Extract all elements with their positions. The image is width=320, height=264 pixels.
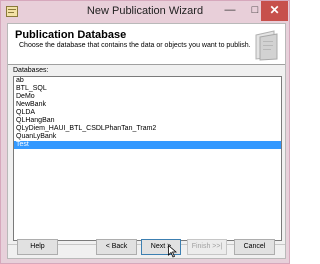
database-list-item[interactable]: QLHangBan <box>14 117 281 125</box>
title-bar[interactable]: New Publication Wizard — □ ✕ <box>1 1 289 23</box>
finish-button: Finish >>| <box>187 239 227 255</box>
back-button[interactable]: < Back <box>96 239 137 255</box>
page-title: Publication Database <box>15 29 127 41</box>
database-list-item[interactable]: QLDA <box>14 109 281 117</box>
wizard-body: Publication Database Choose the database… <box>7 23 286 259</box>
page-subtitle: Choose the database that contains the da… <box>19 42 251 49</box>
database-list-item[interactable]: BTL_SQL <box>14 85 281 93</box>
minimize-button[interactable]: — <box>217 1 243 21</box>
wizard-graphic-icon <box>255 30 278 61</box>
database-list[interactable]: ab BTL_SQL DeMo NewBank QLDA QLHangBan QLyDiem… <box>13 76 282 241</box>
cancel-button[interactable]: Cancel <box>234 239 275 255</box>
database-list-item[interactable]: QuanLyBank <box>14 133 281 141</box>
database-list-item[interactable]: NewBank <box>14 101 281 109</box>
wizard-window: New Publication Wizard — □ ✕ Publication… <box>0 0 290 264</box>
databases-label: Databases: <box>13 67 49 74</box>
database-list-item[interactable]: DeMo <box>14 93 281 101</box>
help-button[interactable]: Help <box>17 239 58 255</box>
database-list-item[interactable]: ab <box>14 77 281 85</box>
close-button[interactable]: ✕ <box>261 1 288 21</box>
wizard-header: Publication Database Choose the database… <box>8 24 285 65</box>
mouse-pointer-icon <box>168 245 177 258</box>
database-list-item[interactable]: Test <box>14 141 281 149</box>
database-list-item[interactable]: QLyDiem_HAUI_BTL_CSDLPhanTan_Tram2 <box>14 125 281 133</box>
